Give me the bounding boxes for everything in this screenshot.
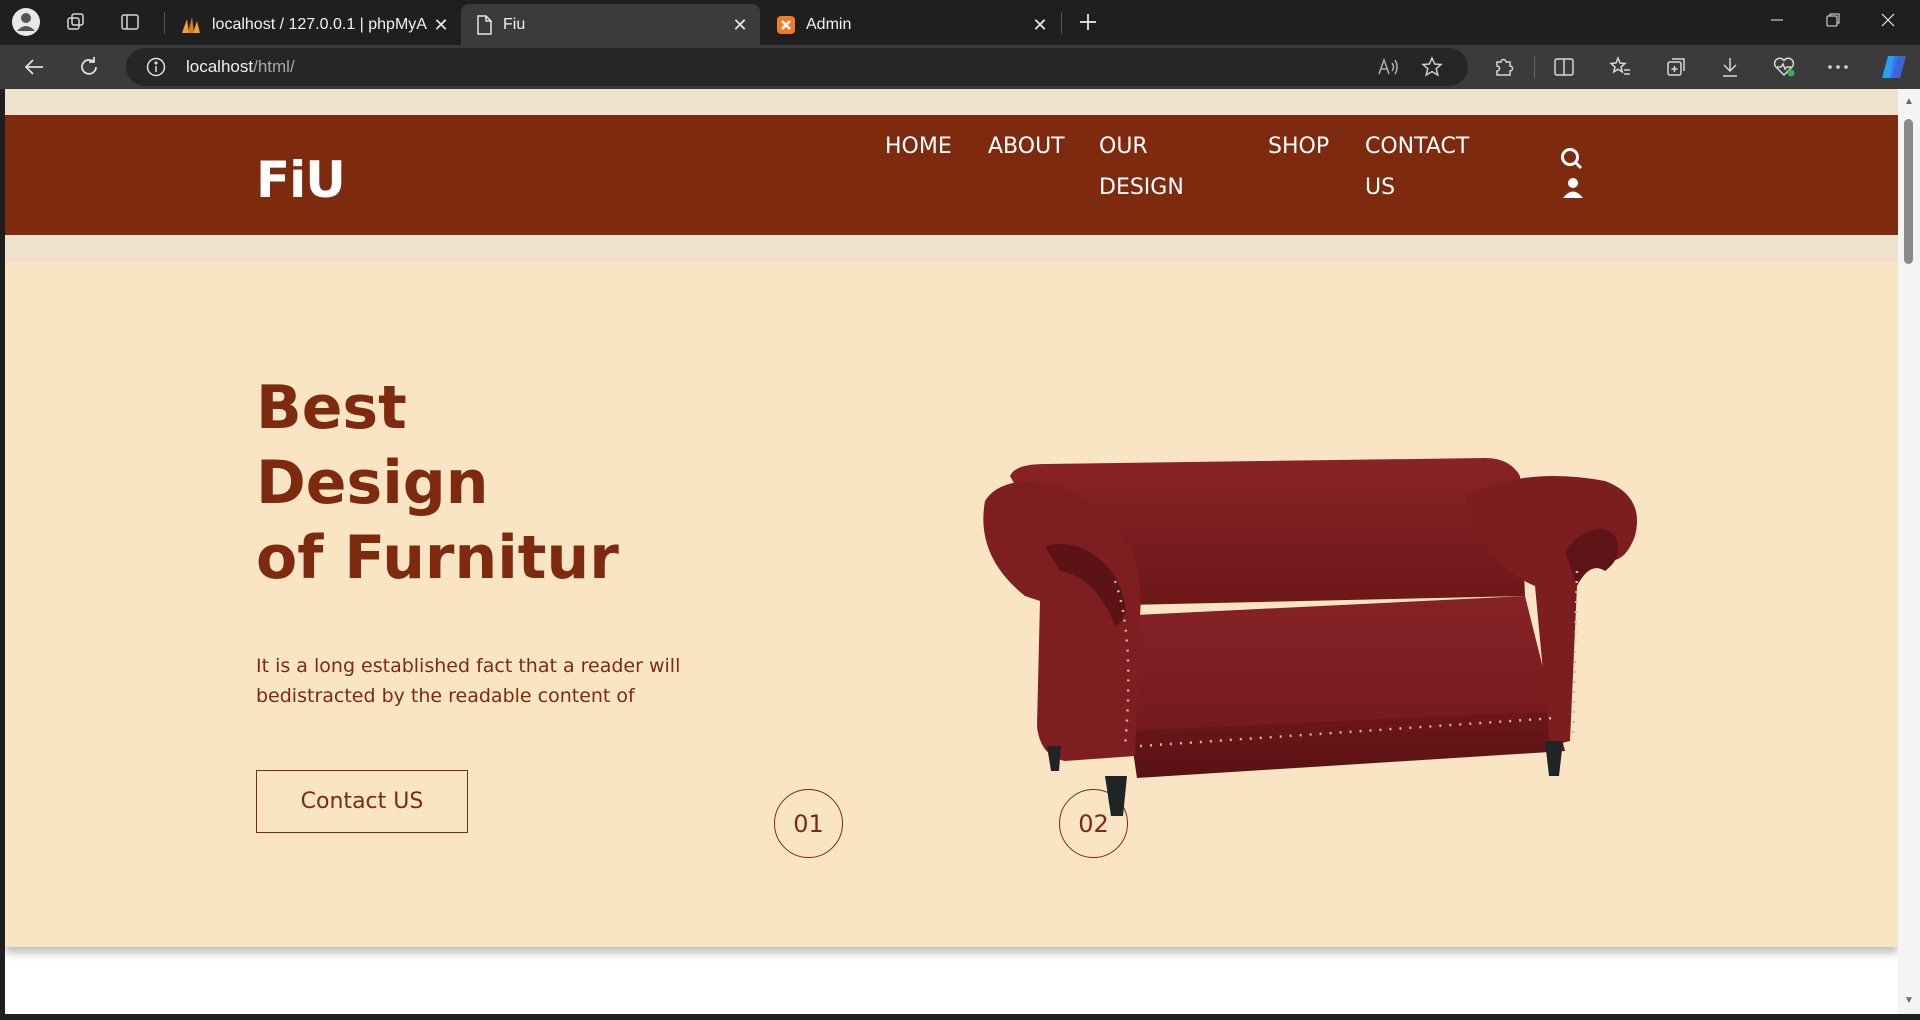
- favorite-button[interactable]: [1416, 52, 1448, 82]
- collections-icon: [1667, 58, 1685, 76]
- site-logo[interactable]: FiU: [256, 151, 346, 209]
- refresh-button[interactable]: [73, 52, 105, 82]
- settings-menu-button[interactable]: [1822, 52, 1854, 82]
- hero-title-line: Design: [256, 448, 489, 518]
- download-icon: [1723, 58, 1737, 77]
- nav-contact-us[interactable]: CONTACT US: [1365, 126, 1495, 208]
- scroll-up-icon[interactable]: ▲: [1903, 97, 1915, 107]
- slide-indicator-1[interactable]: 01: [774, 789, 843, 858]
- tab-fiu[interactable]: Fiu ✕: [461, 4, 760, 45]
- split-screen-button[interactable]: [1548, 52, 1580, 82]
- hero-title: Best Design of Furnitur: [256, 371, 676, 596]
- info-icon[interactable]: [146, 57, 166, 77]
- url-host: localhost: [186, 57, 254, 76]
- close-window-button[interactable]: [1860, 0, 1916, 40]
- tab-admin[interactable]: Admin ✕: [762, 4, 1060, 45]
- puzzle-icon: [1496, 58, 1514, 76]
- back-button[interactable]: [18, 52, 50, 82]
- refresh-icon: [81, 57, 97, 75]
- scroll-thumb[interactable]: [1904, 119, 1913, 264]
- downloads-button[interactable]: [1714, 52, 1746, 82]
- star-icon: [1421, 56, 1443, 77]
- hero-title-line: Best: [256, 373, 407, 443]
- nav-our-design[interactable]: OUR DESIGN: [1099, 126, 1229, 208]
- close-icon[interactable]: ✕: [431, 15, 451, 35]
- tab-title: Fiu: [503, 15, 526, 33]
- page-viewport: FiU HOME ABOUT OUR DESIGN SHOP CONTACT U…: [5, 89, 1898, 1014]
- url-text: localhost/html/: [186, 57, 295, 77]
- page-icon: [477, 14, 492, 35]
- site-header: FiU HOME ABOUT OUR DESIGN SHOP CONTACT U…: [5, 115, 1898, 235]
- tab-separator: [1061, 12, 1062, 34]
- close-icon: [1881, 13, 1895, 27]
- tab-actions-icon: [121, 14, 139, 30]
- nav-shop[interactable]: SHOP: [1268, 126, 1329, 167]
- browser-essentials-button[interactable]: [1768, 52, 1800, 82]
- plus-icon: [1080, 14, 1096, 30]
- restore-icon: [1826, 13, 1840, 27]
- copilot-button[interactable]: [1878, 52, 1910, 82]
- browser-toolbar: localhost/html/: [0, 45, 1920, 89]
- scroll-down-icon[interactable]: ▼: [1903, 996, 1915, 1006]
- back-arrow-icon: [24, 59, 43, 75]
- vertical-scrollbar[interactable]: ▲ ▼: [1898, 89, 1920, 1014]
- minimize-button[interactable]: [1749, 0, 1805, 40]
- user-icon[interactable]: [1562, 177, 1584, 199]
- read-aloud-button[interactable]: [1372, 52, 1404, 82]
- xampp-icon: [777, 15, 795, 34]
- close-icon[interactable]: ✕: [1030, 15, 1050, 35]
- phpmyadmin-icon: [182, 16, 200, 33]
- vertical-tabs-button[interactable]: [110, 7, 150, 37]
- tab-phpmyadmin[interactable]: localhost / 127.0.0.1 | phpMyAdm ✕: [166, 4, 461, 45]
- favorites-icon: [1609, 56, 1630, 75]
- copilot-icon: [1882, 56, 1906, 78]
- minimize-icon: [1771, 19, 1783, 21]
- profile-icon: [12, 8, 40, 36]
- collections-button[interactable]: [1660, 52, 1692, 82]
- workspaces-button[interactable]: [56, 7, 96, 37]
- workspaces-icon: [67, 13, 84, 30]
- hero-description: It is a long established fact that a rea…: [256, 655, 681, 707]
- nav-about[interactable]: ABOUT: [988, 126, 1065, 167]
- search-icon[interactable]: [1559, 147, 1585, 171]
- url-path: /html/: [253, 57, 295, 76]
- favorites-button[interactable]: [1604, 52, 1636, 82]
- profile-button[interactable]: [6, 7, 46, 37]
- tab-separator: [164, 12, 165, 34]
- hero-title-line: of Furnitur: [256, 523, 619, 593]
- tab-title: Admin: [806, 15, 852, 33]
- tab-bar: localhost / 127.0.0.1 | phpMyAdm ✕ Fiu ✕…: [0, 0, 1920, 45]
- header-underline: [5, 235, 1898, 261]
- close-icon[interactable]: ✕: [730, 15, 750, 35]
- contact-us-button[interactable]: Contact US: [256, 770, 468, 833]
- toolbar-separator: [1534, 56, 1535, 78]
- heart-pulse-icon: [1773, 57, 1795, 77]
- new-tab-button[interactable]: [1068, 7, 1108, 37]
- hero-section: Best Design of Furnitur It is a long est…: [5, 261, 1898, 947]
- read-aloud-icon: [1378, 57, 1398, 75]
- address-bar[interactable]: localhost/html/: [126, 48, 1468, 86]
- top-strip: [5, 89, 1898, 115]
- restore-button[interactable]: [1805, 0, 1861, 40]
- split-screen-icon: [1554, 58, 1574, 76]
- tab-title: localhost / 127.0.0.1 | phpMyAdm: [212, 15, 427, 33]
- more-icon: [1828, 65, 1848, 69]
- extensions-button[interactable]: [1488, 52, 1520, 82]
- sofa-image: [983, 458, 1637, 816]
- nav-home[interactable]: HOME: [885, 126, 952, 167]
